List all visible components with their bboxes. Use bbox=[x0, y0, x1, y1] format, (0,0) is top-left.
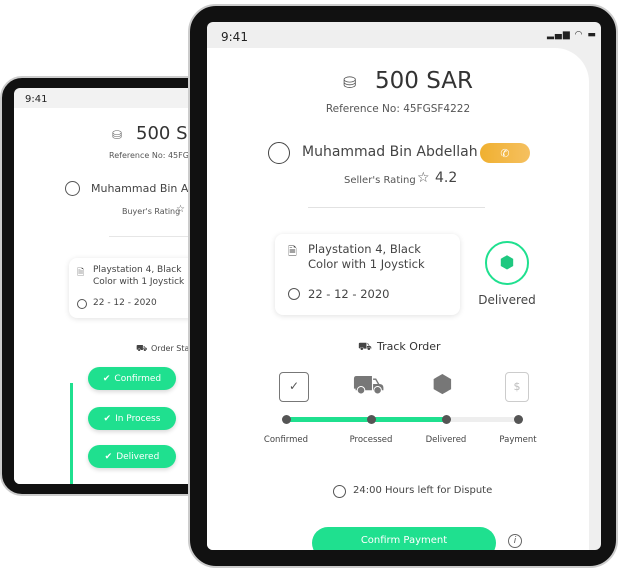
track-order-icon: ⛟ bbox=[358, 340, 372, 353]
call-button[interactable]: ✆ bbox=[480, 143, 530, 163]
front-tablet: 9:41 ▂▄▆ ◠ ▬ ⛁ 500 SAR Reference No: 45F… bbox=[188, 4, 618, 568]
coins-icon: ⛁ bbox=[343, 73, 357, 92]
dispute-timer: 24:00 Hours left for Dispute bbox=[353, 485, 493, 496]
divider bbox=[308, 207, 485, 208]
product-name: Playstation 4, Black Color with 1 Joysti… bbox=[93, 265, 185, 287]
progress-step-label: Processed bbox=[349, 435, 393, 445]
delivered-status-label: Delivered bbox=[478, 293, 536, 307]
progress-fill bbox=[286, 417, 446, 422]
status-pill-confirmed: ✔ Confirmed bbox=[88, 367, 176, 390]
coins-icon: ⛁ bbox=[112, 128, 123, 142]
progress-step-dot bbox=[442, 415, 451, 424]
order-date: 22 - 12 - 2020 bbox=[93, 298, 157, 308]
confirm-payment-button[interactable]: Confirm Payment bbox=[312, 527, 496, 550]
track-order-title: Track Order bbox=[377, 340, 441, 353]
front-screen: 9:41 ▂▄▆ ◠ ▬ ⛁ 500 SAR Reference No: 45F… bbox=[207, 22, 601, 550]
avatar-icon bbox=[268, 142, 290, 164]
reference-number: Reference No: 45FGSF4222 bbox=[325, 103, 471, 115]
info-icon[interactable]: i bbox=[508, 534, 522, 548]
receipt-icon: 🗎 bbox=[77, 268, 85, 278]
progress-step-label: Delivered bbox=[425, 435, 467, 445]
amount: 500 SAR bbox=[375, 68, 473, 94]
package-check-icon: ⬢ bbox=[432, 370, 453, 398]
star-icon: ☆ bbox=[417, 170, 430, 186]
rating-label: Seller's Rating bbox=[344, 175, 416, 186]
front-content: ⛁ 500 SAR Reference No: 45FGSF4222 Muham… bbox=[207, 48, 589, 550]
check-icon: ✔ bbox=[103, 413, 112, 424]
status-pill-in-process: ✔ In Process bbox=[88, 407, 176, 430]
rating-label: Buyer's Rating bbox=[122, 207, 181, 216]
status-time: 9:41 bbox=[25, 94, 48, 105]
status-pill-delivered: ✔ Delivered bbox=[88, 445, 176, 468]
order-date: 22 - 12 - 2020 bbox=[308, 287, 390, 301]
progress-step-label: Confirmed bbox=[263, 435, 309, 445]
clock-icon bbox=[77, 299, 87, 309]
progress-step-dot bbox=[282, 415, 291, 424]
check-icon: ✔ bbox=[102, 373, 111, 384]
order-status-icon: ⛟ bbox=[136, 344, 148, 354]
clock-icon bbox=[288, 288, 300, 300]
status-time: 9:41 bbox=[221, 30, 248, 44]
check-icon: ✔ bbox=[104, 451, 113, 462]
product-card: 🗎 Playstation 4, Black Color with 1 Joys… bbox=[275, 234, 460, 315]
delivery-truck-icon: ⛟ bbox=[352, 370, 385, 400]
progress-step-dot bbox=[367, 415, 376, 424]
receipt-icon: 🗎 bbox=[288, 245, 297, 258]
hand-money-icon: $ bbox=[505, 372, 529, 402]
phone-icon: ✆ bbox=[500, 146, 510, 160]
star-icon: ☆ bbox=[176, 204, 185, 215]
progress-step-label: Payment bbox=[499, 435, 537, 445]
signal-wifi-battery-icon: ▂▄▆ ◠ ▬ bbox=[547, 30, 597, 40]
reference-number: Reference No: 45FGS bbox=[109, 151, 195, 160]
timer-icon bbox=[333, 485, 346, 498]
seller-rating: 4.2 bbox=[435, 170, 458, 186]
product-name: Playstation 4, Black Color with 1 Joysti… bbox=[308, 242, 425, 271]
avatar-icon bbox=[65, 181, 80, 196]
phone-checklist-icon: ✓ bbox=[279, 372, 309, 402]
progress-step-dot bbox=[514, 415, 523, 424]
delivered-status-icon: ⬢ bbox=[485, 241, 529, 285]
status-timeline bbox=[70, 383, 73, 484]
seller-name: Muhammad Bin Abdellah bbox=[302, 144, 478, 160]
